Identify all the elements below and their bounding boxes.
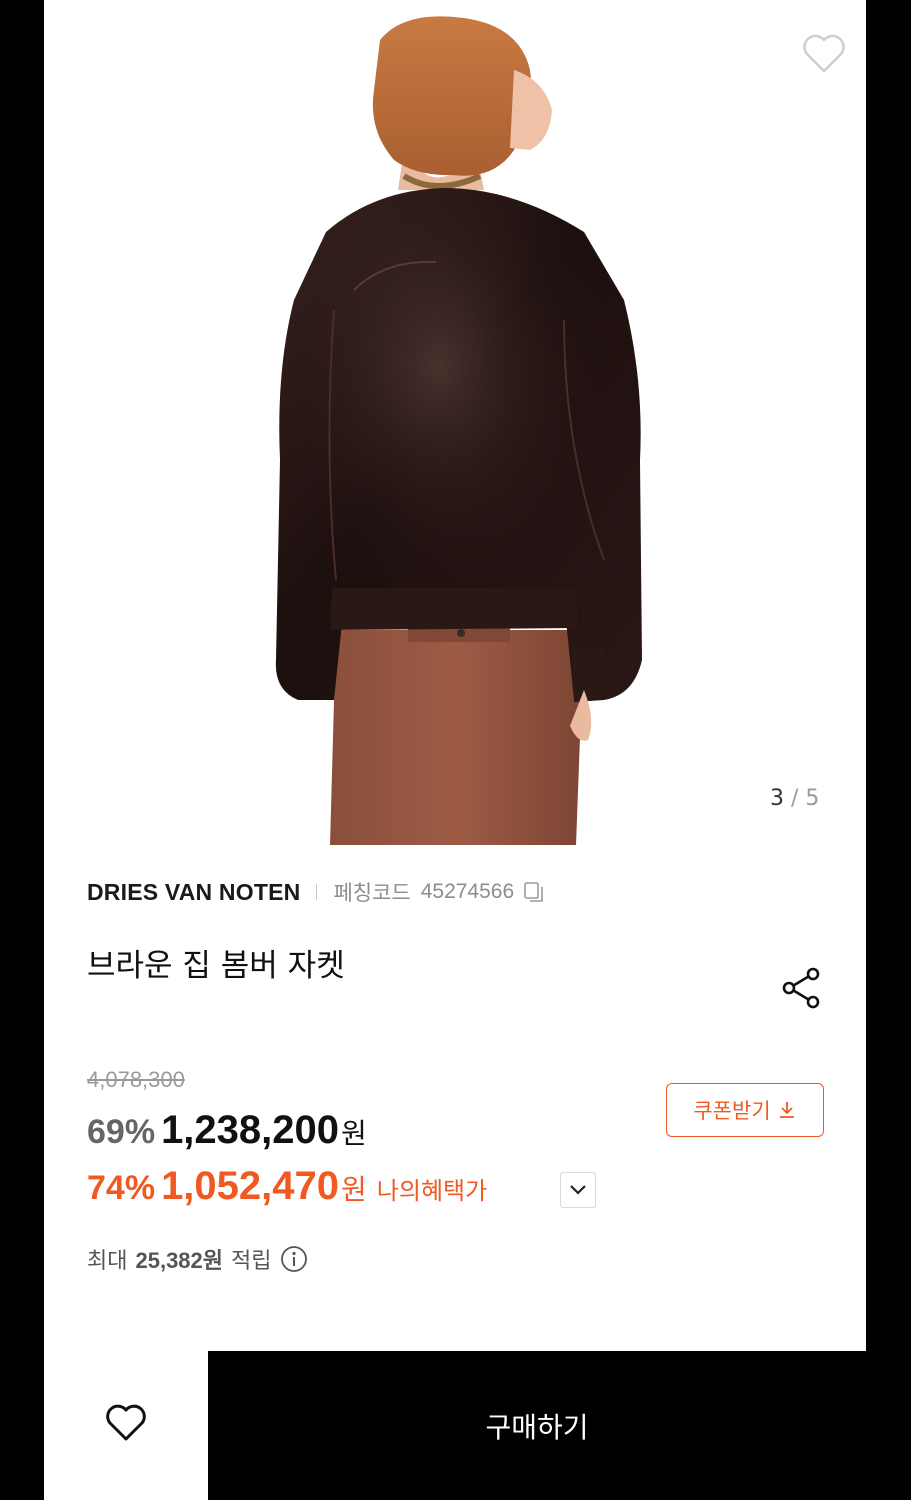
product-image-carousel[interactable]: 3 / 5 [44,0,866,845]
product-screen: 3 / 5 DRIES VAN NOTEN 페칭코드 45274566 브라운 … [44,0,866,1500]
product-photo [275,16,642,845]
benefit-currency-label: 원 [341,1173,367,1206]
download-icon [779,1102,794,1118]
benefit-expand-button[interactable] [560,1172,596,1208]
discount-price-row: 69% 1,238,200 원 [87,1108,367,1153]
benefit-label: 나의혜택가 [376,1177,488,1205]
points-value: 25,382원 [135,1248,224,1273]
points-suffix: 적립 [231,1249,272,1274]
brand-row: DRIES VAN NOTEN 페칭코드 45274566 [87,876,546,908]
points-row: 최대 25,382원 적립 [87,1243,308,1275]
product-code: 45274566 [420,880,515,903]
info-icon[interactable] [280,1245,308,1273]
discount-price: 1,238,200 [161,1108,340,1152]
product-title: 브라운 집 봄버 자켓 [87,948,345,984]
benefit-price: 1,052,470 [161,1164,340,1208]
product-code-label: 페칭코드 [333,881,411,905]
original-price: 4,078,300 [87,1067,185,1092]
buy-label: 구매하기 [485,1410,589,1444]
copy-icon[interactable] [522,880,546,904]
share-icon[interactable] [780,966,824,1010]
chevron-down-icon [570,1185,586,1195]
wishlist-heart-icon-bottom[interactable] [104,1403,148,1443]
benefit-price-row: 74% 1,052,470 원 나의혜택가 [87,1164,487,1209]
discount-percent: 69% [87,1113,156,1151]
image-counter-total: 5 [805,786,820,811]
coupon-button[interactable]: 쿠폰받기 [666,1083,824,1137]
image-counter: 3 / 5 [770,786,819,811]
coupon-label: 쿠폰받기 [693,1099,771,1123]
brand-divider [316,884,318,900]
buy-button[interactable]: 구매하기 [208,1351,866,1500]
image-counter-current: 3 [770,786,784,811]
currency-label: 원 [341,1117,367,1150]
wishlist-heart-icon[interactable] [801,32,847,76]
image-counter-separator: / [791,786,799,811]
benefit-percent: 74% [87,1169,156,1207]
points-prefix: 최대 [87,1249,128,1274]
bottom-action-bar: 구매하기 [44,1351,866,1500]
brand-name[interactable]: DRIES VAN NOTEN [87,879,300,906]
